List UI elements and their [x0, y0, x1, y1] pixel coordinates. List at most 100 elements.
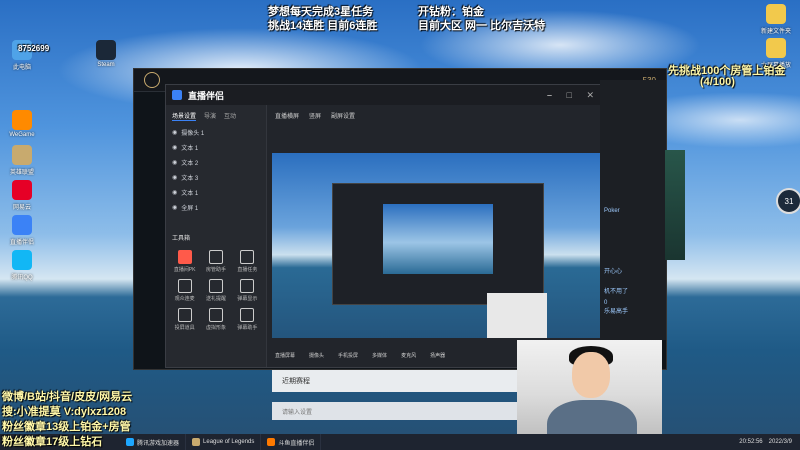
overlay-region: 目前大区 网一 比尔吉沃特 [418, 20, 546, 32]
clock-date[interactable]: 2022/3/9 [769, 439, 792, 445]
desktop-icon-companion[interactable]: 直播伴侣 [4, 215, 40, 246]
action-screen[interactable]: 直播屏幕 [275, 352, 295, 359]
tab-interact[interactable]: 互动 [224, 111, 236, 121]
schedule-card[interactable]: 近期赛程 [272, 370, 522, 392]
source-item[interactable]: ◉ 文本 1 [166, 185, 266, 200]
mic-link-icon [177, 279, 192, 293]
action-speaker[interactable]: 扬声器 [430, 352, 445, 359]
preview-tabs: 直播横屏 竖屏 副屏设置 [267, 105, 606, 126]
desktop-icon-wegame[interactable]: WeGame [4, 110, 40, 138]
lol-icon [12, 145, 32, 165]
nested-preview-window [332, 183, 544, 305]
nested-preview-inner [383, 204, 493, 274]
chat-line: 开心心 [604, 269, 623, 275]
schedule-label: 近期赛程 [282, 378, 310, 385]
action-media[interactable]: 多媒体 [372, 352, 387, 359]
admin-icon [208, 250, 223, 264]
source-item[interactable]: ◉ 文本 3 [166, 170, 266, 185]
steam-icon [96, 40, 116, 60]
chat-line: 机不用了 [604, 289, 629, 295]
desktop-icon-steam[interactable]: Steam [88, 40, 124, 68]
netease-icon [12, 180, 32, 200]
lol-logo-icon [144, 72, 160, 88]
nested-webcam [487, 293, 547, 338]
companion-icon [267, 438, 276, 446]
desktop-icon-lol[interactable]: 英雄联盟 [4, 145, 40, 176]
chat-line: Poker [604, 208, 620, 214]
scene-tabs: 场景设置 导演 互动 [166, 105, 266, 125]
tool-danmu-helper[interactable]: 弹幕助手 [233, 308, 262, 331]
companion-main-panel: 直播横屏 竖屏 副屏设置 直播屏幕 摄像头 手机投屏 多媒体 麦克风 扬声器 [267, 105, 607, 367]
system-tray: 20:52:56 2022/3/9 [739, 439, 800, 445]
desktop-icon-new-folder[interactable]: 新建文件夹 [758, 4, 794, 35]
taskbar: 腾讯游戏加速器 League of Legends 斗鱼直播伴侣 20:52:5… [0, 434, 800, 450]
eye-icon[interactable]: ◉ [172, 174, 177, 181]
clock-time[interactable]: 20:52:56 [739, 439, 762, 445]
eye-icon[interactable]: ◉ [172, 159, 177, 166]
eye-icon[interactable]: ◉ [172, 204, 177, 211]
tab-director[interactable]: 导演 [204, 111, 216, 121]
eye-icon[interactable]: ◉ [172, 189, 177, 196]
viewer-count-badge[interactable]: 31 [776, 188, 800, 214]
overlay-search: 搜:小准提莫 V:dylxz1208 [2, 406, 127, 418]
tool-pk[interactable]: 直播间PK [170, 250, 199, 273]
overlay-fan-badge-13: 粉丝徽章13级上铂金+房管 [2, 421, 131, 433]
helper-icon [240, 308, 255, 322]
live-companion-window[interactable]: 直播伴侣 – □ ✕ 场景设置 导演 互动 ◉ 摄像头 1 ◉ 文本 1 ◉ 文本 2… [165, 84, 607, 368]
lol-icon [192, 438, 201, 446]
tab-portrait[interactable]: 竖屏 [309, 111, 321, 120]
companion-app-name: 直播伴侣 [188, 90, 225, 101]
tool-task[interactable]: 直播任务 [233, 250, 262, 273]
champion-card [665, 150, 685, 260]
window-controls[interactable]: – □ ✕ [547, 90, 600, 101]
tab-secondary[interactable]: 副屏设置 [331, 111, 355, 120]
companion-left-panel: 场景设置 导演 互动 ◉ 摄像头 1 ◉ 文本 1 ◉ 文本 2 ◉ 文本 3 ◉ 文本 … [166, 105, 267, 367]
taskbar-item-companion[interactable]: 斗鱼直播伴侣 [261, 434, 322, 450]
tool-admin[interactable]: 房管助手 [201, 250, 230, 273]
folder-icon [766, 38, 786, 58]
action-camera[interactable]: 摄像头 [309, 352, 324, 359]
companion-titlebar: 直播伴侣 – □ ✕ [166, 85, 606, 105]
toolbox-grid: 直播间PK 房管助手 直播任务 观众连麦 送礼提醒 弹幕显示 投屏道具 虚拟形象… [170, 250, 262, 331]
cast-icon [177, 308, 192, 322]
companion-icon [12, 215, 32, 235]
qq-icon [12, 250, 32, 270]
source-item[interactable]: ◉ 文本 1 [166, 140, 266, 155]
taskbar-item-accelerator[interactable]: 腾讯游戏加速器 [120, 434, 187, 450]
source-item[interactable]: ◉ 摄像头 1 [166, 125, 266, 140]
wegame-icon [12, 110, 32, 130]
chat-line: 乐易高手 [604, 309, 629, 315]
action-microphone[interactable]: 麦克风 [401, 352, 416, 359]
desktop-icon-netease[interactable]: 网易云 [4, 180, 40, 211]
source-item[interactable]: ◉ 文本 2 [166, 155, 266, 170]
tool-mic[interactable]: 观众连麦 [170, 279, 199, 302]
tool-danmu[interactable]: 弹幕显示 [233, 279, 262, 302]
tab-scene[interactable]: 场景设置 [172, 111, 197, 121]
tool-avatar[interactable]: 虚拟形象 [201, 308, 230, 331]
folder-icon [766, 4, 786, 24]
settings-input[interactable]: 请输入设置 [272, 402, 522, 420]
toolbox-header: 工具箱 [172, 236, 191, 242]
tab-landscape[interactable]: 直播横屏 [275, 111, 299, 120]
eye-icon[interactable]: ◉ [172, 144, 177, 151]
avatar-icon [208, 308, 223, 322]
eye-icon[interactable]: ◉ [172, 129, 177, 136]
taskbar-item-lol[interactable]: League of Legends [186, 434, 262, 450]
accelerator-icon [126, 438, 134, 446]
streamer-webcam [517, 340, 662, 448]
tool-gift[interactable]: 送礼提醒 [201, 279, 230, 302]
gift-icon [208, 279, 223, 293]
webcam-face [572, 352, 610, 398]
companion-logo-icon [172, 90, 182, 100]
overlay-fan-badge-17: 粉丝徽章17级上钻石 [2, 436, 103, 448]
task-icon [240, 250, 255, 264]
tool-cast[interactable]: 投屏道具 [170, 308, 199, 331]
settings-placeholder: 请输入设置 [282, 409, 313, 416]
danmu-icon [240, 279, 255, 293]
pk-icon [177, 250, 192, 264]
desktop-icon-qq[interactable]: 腾讯QQ [4, 250, 40, 281]
action-phone-cast[interactable]: 手机投屏 [338, 352, 358, 359]
stream-preview[interactable] [272, 153, 607, 338]
overlay-social: 微博/B站/抖音/皮皮/网易云 [2, 391, 133, 403]
source-item[interactable]: ◉ 全屏 1 [166, 200, 266, 215]
